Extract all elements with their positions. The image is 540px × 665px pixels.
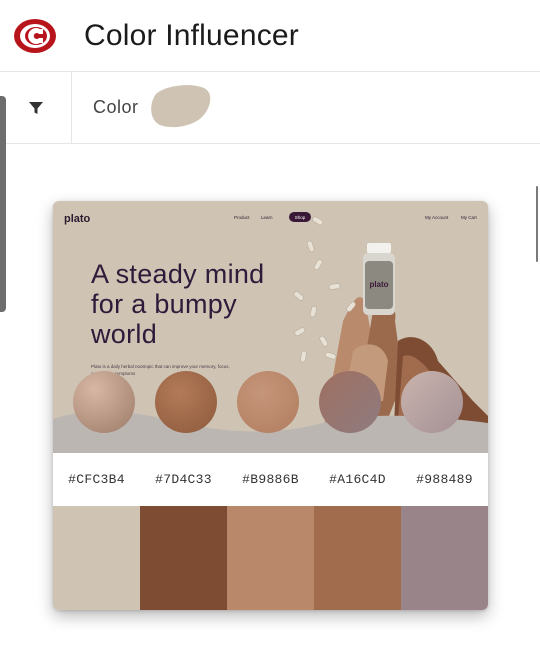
palette-bar-1[interactable] bbox=[53, 506, 140, 610]
app-title: Color Influencer bbox=[84, 19, 299, 52]
swatch-circle-2[interactable] bbox=[155, 371, 217, 433]
selected-color-chip[interactable] bbox=[148, 84, 212, 130]
website-preview-image: plato plato Product Learn Shop My Accoun… bbox=[53, 201, 488, 453]
hex-code-row: #CFC3B4 #7D4C33 #B9886B #A16C4D #988489 bbox=[53, 453, 488, 506]
filter-button[interactable] bbox=[0, 72, 72, 144]
scrollbar[interactable] bbox=[536, 186, 538, 262]
swatch-circle-4[interactable] bbox=[319, 371, 381, 433]
site-logo: plato bbox=[64, 213, 91, 225]
palette-bar-4[interactable] bbox=[314, 506, 401, 610]
side-drawer-handle[interactable] bbox=[0, 96, 6, 312]
filter-toolbar: Color bbox=[0, 72, 540, 144]
site-nav-cart: My Cart bbox=[461, 215, 477, 220]
hex-code-3[interactable]: #B9886B bbox=[227, 453, 314, 506]
site-nav-account: My Account bbox=[425, 215, 449, 220]
hex-code-1[interactable]: #CFC3B4 bbox=[53, 453, 140, 506]
swatch-circle-5[interactable] bbox=[401, 371, 463, 433]
hex-code-5[interactable]: #988489 bbox=[401, 453, 488, 506]
red-c-logo-icon[interactable] bbox=[13, 18, 57, 54]
hex-code-4[interactable]: #A16C4D bbox=[314, 453, 401, 506]
swatch-circle-1[interactable] bbox=[73, 371, 135, 433]
filter-icon bbox=[28, 102, 43, 114]
swatch-circle-3[interactable] bbox=[237, 371, 299, 433]
preview-headline: A steady mind for a bumpy world bbox=[91, 259, 265, 349]
site-nav-product: Product bbox=[234, 215, 250, 220]
palette-bar-2[interactable] bbox=[140, 506, 227, 610]
hex-code-2[interactable]: #7D4C33 bbox=[140, 453, 227, 506]
palette-bars bbox=[53, 506, 488, 610]
svg-text:plato: plato bbox=[369, 280, 388, 289]
palette-bar-5[interactable] bbox=[401, 506, 488, 610]
site-nav-learn: Learn bbox=[261, 215, 273, 220]
color-filter-label: Color bbox=[93, 97, 139, 117]
app-header: Color Influencer bbox=[0, 0, 540, 72]
palette-card[interactable]: plato plato Product Learn Shop My Accoun… bbox=[53, 201, 488, 610]
site-nav-shop: Shop bbox=[289, 212, 311, 222]
palette-bar-3[interactable] bbox=[227, 506, 314, 610]
